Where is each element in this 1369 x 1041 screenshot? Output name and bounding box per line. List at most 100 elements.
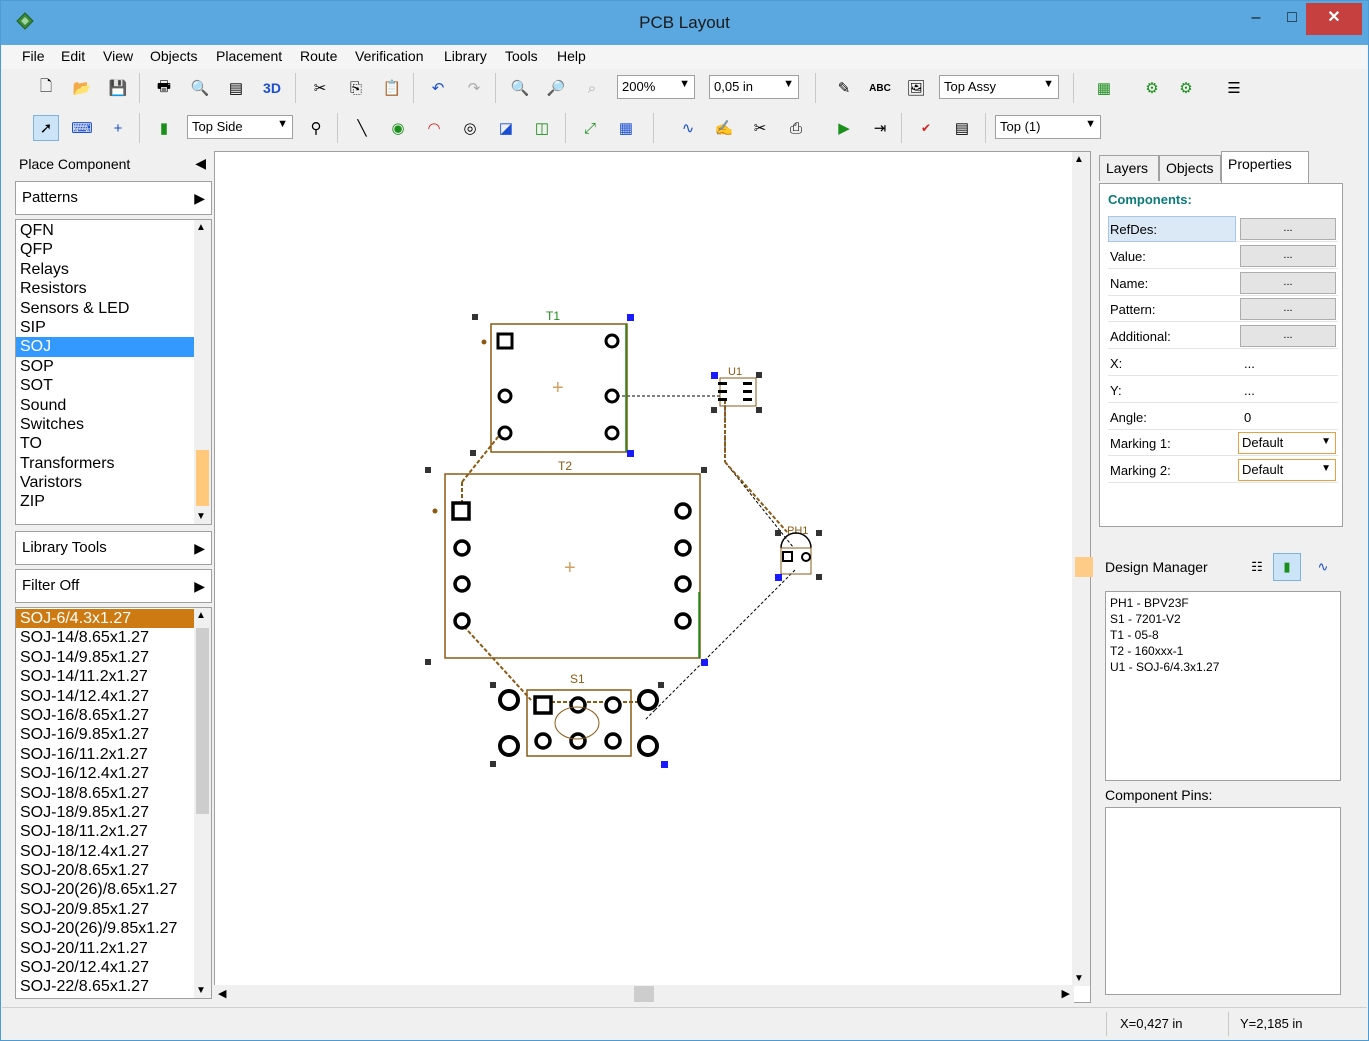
tab-layers[interactable]: Layers bbox=[1099, 155, 1159, 181]
pattern-item[interactable]: SOJ bbox=[16, 337, 194, 357]
pattern-item[interactable]: QFP bbox=[16, 240, 194, 259]
menu-view[interactable]: View bbox=[103, 48, 133, 64]
property-edit-button[interactable]: ... bbox=[1240, 218, 1336, 240]
component-icon[interactable]: ⚙ bbox=[1139, 75, 1165, 101]
spell-check-button[interactable]: ABC bbox=[867, 75, 893, 101]
zoom-out-icon[interactable]: 🔎 bbox=[543, 75, 569, 101]
cut-icon[interactable]: ✂ bbox=[307, 75, 333, 101]
scroll-thumb[interactable] bbox=[196, 450, 209, 506]
fanout-icon[interactable]: ⎙ bbox=[783, 115, 809, 141]
pattern-item[interactable]: Relays bbox=[16, 260, 194, 279]
design-item[interactable]: T1 - 05-8 bbox=[1110, 627, 1336, 643]
component-item[interactable]: SOJ-20/8.65x1.27 bbox=[16, 861, 194, 880]
menu-file[interactable]: File bbox=[22, 48, 45, 64]
close-button[interactable]: ✕ bbox=[1306, 3, 1362, 35]
menu-tools[interactable]: Tools bbox=[505, 48, 538, 64]
nets-view-icon[interactable]: ∿ bbox=[1309, 553, 1337, 581]
pattern-item[interactable]: QFN bbox=[16, 221, 194, 240]
pcb-canvas[interactable]: T1 + U1 T2 + PH1 S1 ▲ ▼ bbox=[214, 151, 1091, 1003]
property-value[interactable]: ... bbox=[1244, 383, 1255, 398]
menu-route[interactable]: Route bbox=[300, 48, 337, 64]
patterns-header[interactable]: Patterns ▶ bbox=[15, 181, 212, 215]
property-edit-button[interactable]: ... bbox=[1240, 298, 1336, 321]
design-item[interactable]: U1 - SOJ-6/4.3x1.27 bbox=[1110, 659, 1336, 675]
pattern-item[interactable]: Sensors & LED bbox=[16, 299, 194, 318]
components-scrollbar[interactable]: ▲ ▼ bbox=[194, 608, 211, 998]
view-3d-button[interactable]: 3D bbox=[259, 75, 285, 101]
pattern-item[interactable]: SOP bbox=[16, 357, 194, 376]
property-dropdown[interactable]: Default ▼ bbox=[1238, 432, 1336, 455]
scroll-up-icon[interactable]: ▲ bbox=[1074, 154, 1084, 165]
menu-edit[interactable]: Edit bbox=[61, 48, 85, 64]
save-icon[interactable]: 💾 bbox=[105, 75, 131, 101]
design-item[interactable]: PH1 - BPV23F bbox=[1110, 595, 1336, 611]
new-file-icon[interactable]: 🗋 bbox=[33, 75, 59, 101]
drc-report-icon[interactable]: ▤ bbox=[949, 115, 975, 141]
component-item[interactable]: SOJ-20/12.4x1.27 bbox=[16, 958, 194, 977]
via-icon[interactable]: ◉ bbox=[385, 115, 411, 141]
find-binoculars-icon[interactable]: ⚲ bbox=[303, 115, 329, 141]
component-item[interactable]: SOJ-16/9.85x1.27 bbox=[16, 725, 194, 744]
scroll-thumb[interactable] bbox=[634, 986, 654, 1002]
redo-icon[interactable]: ↷ bbox=[461, 75, 487, 101]
image-icon[interactable]: 🖼 bbox=[903, 75, 929, 101]
edit-text-icon[interactable]: ✎ bbox=[831, 75, 857, 101]
minimize-button[interactable]: – bbox=[1241, 3, 1271, 35]
zoom-in-icon[interactable]: 🔍 bbox=[507, 75, 533, 101]
pcb-drawing[interactable]: T1 + U1 T2 + PH1 S1 bbox=[215, 152, 1092, 986]
run-icon[interactable]: ▶ bbox=[831, 115, 857, 141]
scroll-left-icon[interactable]: ◀ bbox=[218, 987, 226, 1000]
scroll-thumb[interactable] bbox=[196, 628, 209, 814]
property-edit-button[interactable]: ... bbox=[1240, 244, 1336, 267]
component-item[interactable]: SOJ-20/11.2x1.27 bbox=[16, 939, 194, 958]
component-item[interactable]: SOJ-6/4.3x1.27 bbox=[16, 609, 194, 629]
pad-icon[interactable]: ◎ bbox=[457, 115, 483, 141]
property-edit-button[interactable]: ... bbox=[1240, 325, 1336, 348]
report-icon[interactable]: ▤ bbox=[223, 75, 249, 101]
pattern-item[interactable]: ZIP bbox=[16, 492, 194, 511]
component-item[interactable]: SOJ-18/12.4x1.27 bbox=[16, 842, 194, 861]
canvas-hscroll[interactable]: ◀ ▶ bbox=[214, 985, 1074, 1003]
pattern-item[interactable]: Varistors bbox=[16, 473, 194, 492]
scroll-up-icon[interactable]: ▲ bbox=[196, 222, 206, 233]
component-item[interactable]: SOJ-14/11.2x1.27 bbox=[16, 667, 194, 686]
drc-check-icon[interactable]: ✔ bbox=[913, 115, 939, 141]
scroll-down-icon[interactable]: ▼ bbox=[196, 985, 206, 996]
line-tool-icon[interactable]: ╲ bbox=[349, 115, 375, 141]
scroll-down-icon[interactable]: ▼ bbox=[1074, 973, 1084, 984]
select-pointer-icon[interactable]: ➚ bbox=[33, 115, 59, 141]
component-item[interactable]: SOJ-16/8.65x1.27 bbox=[16, 706, 194, 725]
menu-library[interactable]: Library bbox=[444, 48, 487, 64]
component-item[interactable]: SOJ-14/9.85x1.27 bbox=[16, 648, 194, 667]
component-item[interactable]: SOJ-18/11.2x1.27 bbox=[16, 822, 194, 841]
panel-splitter[interactable] bbox=[1075, 557, 1093, 577]
filter-header[interactable]: Filter Off ▶ bbox=[15, 569, 212, 603]
copy-icon[interactable]: ⎘ bbox=[343, 75, 369, 101]
patterns-scrollbar[interactable]: ▲ ▼ bbox=[194, 220, 211, 524]
keyboard-icon[interactable]: ⌨ bbox=[69, 115, 95, 141]
component-item[interactable]: SOJ-20(26)/8.65x1.27 bbox=[16, 880, 194, 899]
menu-placement[interactable]: Placement bbox=[216, 48, 282, 64]
pattern-item[interactable]: Resistors bbox=[16, 279, 194, 298]
design-manager-list[interactable]: PH1 - BPV23F S1 - 7201-V2 T1 - 05-8 T2 - 16… bbox=[1105, 591, 1341, 781]
print-icon[interactable]: 🖶 bbox=[151, 75, 177, 101]
component-pins-list[interactable] bbox=[1105, 807, 1341, 995]
menu-verification[interactable]: Verification bbox=[355, 48, 423, 64]
property-edit-button[interactable]: ... bbox=[1240, 271, 1336, 294]
paste-icon[interactable]: 📋 bbox=[379, 75, 405, 101]
title-bar[interactable]: PCB Layout – □ ✕ bbox=[1, 1, 1368, 45]
component-item[interactable]: SOJ-16/12.4x1.27 bbox=[16, 764, 194, 783]
component-item[interactable]: SOJ-14/12.4x1.27 bbox=[16, 687, 194, 706]
crosshair-icon[interactable]: + bbox=[105, 115, 131, 141]
autoroute-icon[interactable]: ✍ bbox=[711, 115, 737, 141]
property-dropdown[interactable]: Default ▼ bbox=[1238, 459, 1336, 482]
component-item[interactable]: SOJ-20/9.85x1.27 bbox=[16, 900, 194, 919]
properties-icon[interactable]: ☰ bbox=[1221, 75, 1247, 101]
export-icon[interactable]: ⇥ bbox=[867, 115, 893, 141]
layer-select[interactable]: Top (1) ▼ bbox=[995, 115, 1101, 139]
component-item[interactable]: SOJ-16/11.2x1.27 bbox=[16, 745, 194, 764]
maximize-button[interactable]: □ bbox=[1277, 3, 1307, 35]
scroll-right-icon[interactable]: ▶ bbox=[1062, 987, 1070, 1000]
collapse-left-icon[interactable]: ◀ bbox=[195, 155, 206, 172]
pattern-item[interactable]: Switches bbox=[16, 415, 194, 434]
